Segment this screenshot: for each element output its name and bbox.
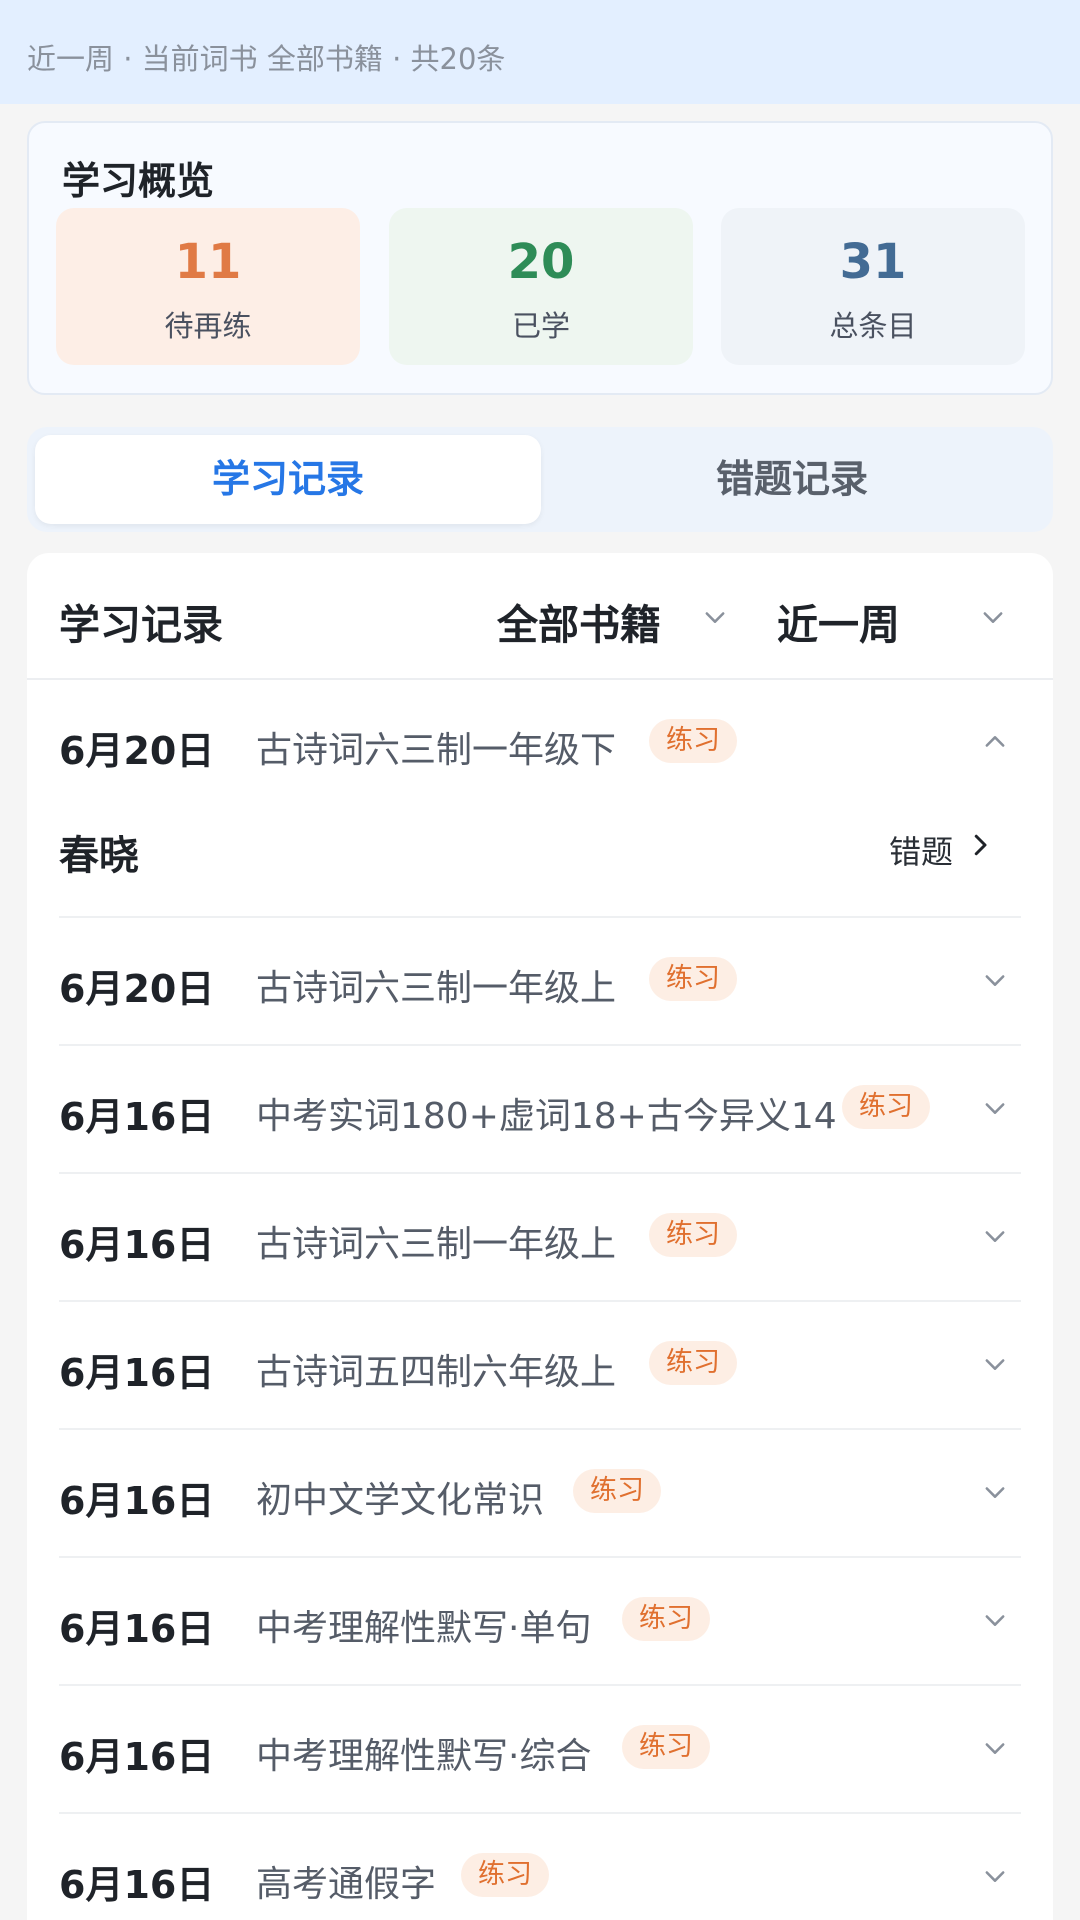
practice-tag: 练习: [622, 1725, 710, 1769]
stat-learned[interactable]: 20 已学: [389, 208, 693, 365]
record-row[interactable]: 6月16日 古诗词五四制六年级上 练习: [59, 1302, 1021, 1430]
chevron-down-icon[interactable]: [981, 966, 1009, 994]
chevron-down-icon[interactable]: [979, 603, 1007, 631]
record-row[interactable]: 6月16日 初中文学文化常识 练习: [59, 1430, 1021, 1558]
record-date: 6月20日: [59, 967, 215, 1011]
record-row[interactable]: 6月20日 古诗词六三制一年级上 练习: [59, 918, 1021, 1046]
practice-tag: 练习: [649, 957, 737, 1001]
record-row[interactable]: 6月16日 高考通假字 练习: [59, 1814, 1021, 1920]
record-date: 6月16日: [59, 1223, 215, 1267]
record-row[interactable]: 6月16日 古诗词六三制一年级上 练习: [59, 1174, 1021, 1302]
chevron-down-icon[interactable]: [981, 1734, 1009, 1762]
record-row[interactable]: 6月16日 中考理解性默写·综合 练习: [59, 1686, 1021, 1814]
expanded-entry[interactable]: 春晓 错题: [59, 795, 1021, 918]
chevron-up-icon[interactable]: [981, 728, 1009, 756]
chevron-down-icon[interactable]: [981, 1606, 1009, 1634]
practice-tag: 练习: [622, 1597, 710, 1641]
stat-value: 31: [839, 234, 907, 290]
stat-label: 待再练: [164, 309, 252, 343]
summary-bar: 近一周 · 当前词书 全部书籍 · 共20条: [0, 0, 1080, 104]
overview-card: 学习概览 11 待再练 20 已学 31 总条目: [27, 121, 1053, 395]
records-panel: 学习记录 全部书籍 近一周 6月20日 古诗词六三制一年级下 练习 春晓 错题 …: [27, 553, 1053, 1920]
record-book: 古诗词六三制一年级上: [256, 968, 617, 1009]
chevron-right-icon[interactable]: [965, 830, 995, 860]
records-header: 学习记录 全部书籍 近一周: [27, 553, 1053, 680]
record-book: 中考实词180+虚词18+古今异义14: [256, 1096, 837, 1137]
entry-title: 春晓: [59, 833, 139, 879]
record-book: 中考理解性默写·综合: [256, 1736, 592, 1777]
summary-text: 近一周 · 当前词书 全部书籍 · 共20条: [27, 42, 506, 76]
record-date: 6月20日: [59, 729, 215, 773]
stat-total[interactable]: 31 总条目: [721, 208, 1025, 365]
period-filter-dropdown[interactable]: 近一周: [777, 591, 900, 651]
record-row[interactable]: 6月20日 古诗词六三制一年级下 练习: [59, 680, 1021, 790]
practice-tag: 练习: [461, 1853, 549, 1897]
practice-tag: 练习: [649, 1341, 737, 1385]
chevron-down-icon[interactable]: [981, 1222, 1009, 1250]
record-date: 6月16日: [59, 1479, 215, 1523]
chevron-down-icon[interactable]: [981, 1478, 1009, 1506]
overview-title: 学习概览: [62, 159, 215, 203]
chevron-down-icon[interactable]: [701, 603, 729, 631]
stat-review[interactable]: 11 待再练: [56, 208, 360, 365]
chevron-down-icon[interactable]: [981, 1862, 1009, 1890]
record-date: 6月16日: [59, 1863, 215, 1907]
record-book: 中考理解性默写·单句: [256, 1608, 592, 1649]
stat-value: 11: [174, 234, 242, 290]
record-book: 古诗词六三制一年级下: [256, 730, 617, 771]
record-row[interactable]: 6月16日 中考实词180+虚词18+古今异义14 练习: [59, 1046, 1021, 1174]
practice-tag: 练习: [842, 1085, 930, 1129]
tab-study-records[interactable]: 学习记录: [35, 435, 541, 524]
chevron-down-icon[interactable]: [981, 1350, 1009, 1378]
record-date: 6月16日: [59, 1735, 215, 1779]
record-date: 6月16日: [59, 1095, 215, 1139]
record-book: 古诗词五四制六年级上: [256, 1352, 617, 1393]
tab-wrong-records[interactable]: 错题记录: [539, 435, 1045, 524]
record-tabs: 学习记录 错题记录: [27, 427, 1053, 532]
stat-label: 已学: [511, 309, 570, 343]
record-date: 6月16日: [59, 1607, 215, 1651]
practice-tag: 练习: [573, 1469, 661, 1513]
records-title: 学习记录: [59, 601, 223, 649]
wrong-answers-link[interactable]: 错题: [889, 827, 953, 873]
record-date: 6月16日: [59, 1351, 215, 1395]
chevron-down-icon[interactable]: [981, 1094, 1009, 1122]
practice-tag: 练习: [649, 1213, 737, 1257]
stat-value: 20: [507, 234, 575, 290]
record-book: 古诗词六三制一年级上: [256, 1224, 617, 1265]
record-row[interactable]: 6月16日 中考理解性默写·单句 练习: [59, 1558, 1021, 1686]
book-filter-dropdown[interactable]: 全部书籍: [497, 591, 661, 651]
practice-tag: 练习: [649, 719, 737, 763]
stat-label: 总条目: [829, 309, 917, 343]
record-book: 初中文学文化常识: [256, 1480, 545, 1521]
record-book: 高考通假字: [256, 1864, 437, 1905]
